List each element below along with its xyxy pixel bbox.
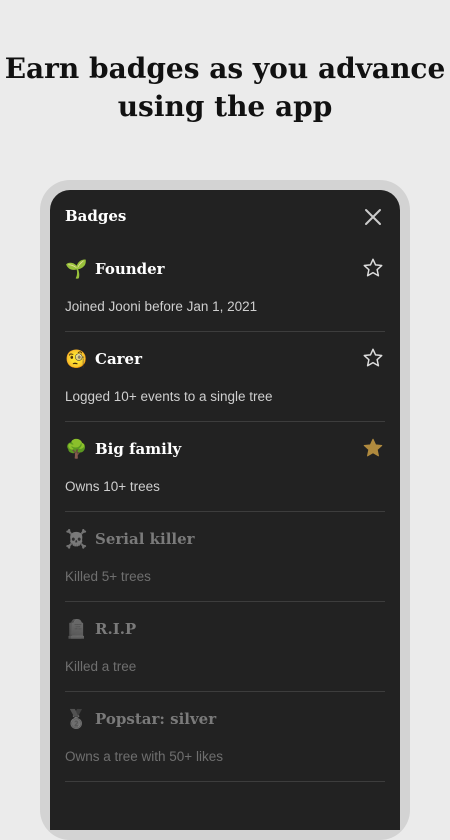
seedling-icon: 🌱 — [65, 259, 88, 279]
star-filled-icon — [363, 438, 383, 457]
dialog-header: Badges — [50, 190, 400, 242]
silver-medal-icon: 🥈 — [65, 709, 88, 729]
badge-name: R.I.P — [95, 620, 137, 638]
badge-description: Killed a tree — [65, 659, 137, 674]
star-outline-icon — [363, 258, 383, 277]
tree-icon: 🌳 — [65, 439, 88, 459]
badge-item: 🧐 Carer Logged 10+ events to a single tr… — [65, 332, 385, 422]
badge-name: Big family — [95, 440, 182, 458]
headstone-icon: 🪦 — [65, 619, 88, 639]
badge-name: Founder — [95, 260, 165, 278]
monocle-face-icon: 🧐 — [65, 349, 88, 369]
skull-crossbones-icon: ☠️ — [65, 529, 88, 549]
badge-name: Serial killer — [95, 530, 195, 548]
badge-name: Popstar: silver — [95, 710, 217, 728]
star-button[interactable] — [362, 347, 384, 369]
close-button[interactable] — [362, 206, 384, 228]
badge-description: Owns a tree with 50+ likes — [65, 749, 223, 764]
star-button[interactable] — [362, 257, 384, 279]
badge-item: 🪦 R.I.P Killed a tree — [65, 602, 385, 692]
badge-item: 🌳 Big family Owns 10+ trees — [65, 422, 385, 512]
badge-list: 🌱 Founder Joined Jooni before Jan 1, 202… — [65, 242, 385, 782]
badge-description: Logged 10+ events to a single tree — [65, 389, 273, 404]
badge-item: 🌱 Founder Joined Jooni before Jan 1, 202… — [65, 242, 385, 332]
badge-item: 🥈 Popstar: silver Owns a tree with 50+ l… — [65, 692, 385, 782]
badge-description: Joined Jooni before Jan 1, 2021 — [65, 299, 258, 314]
star-button[interactable] — [362, 437, 384, 459]
badge-description: Owns 10+ trees — [65, 479, 160, 494]
badge-name: Carer — [95, 350, 143, 368]
headline: Earn badges as you advance using the app — [4, 52, 446, 123]
badge-description: Killed 5+ trees — [65, 569, 151, 584]
dialog-title: Badges — [65, 207, 127, 225]
star-outline-icon — [363, 348, 383, 367]
close-icon — [365, 209, 381, 225]
badges-dialog: Badges 🌱 Founder Joined Jooni before Jan… — [50, 190, 400, 830]
badge-item: ☠️ Serial killer Killed 5+ trees — [65, 512, 385, 602]
